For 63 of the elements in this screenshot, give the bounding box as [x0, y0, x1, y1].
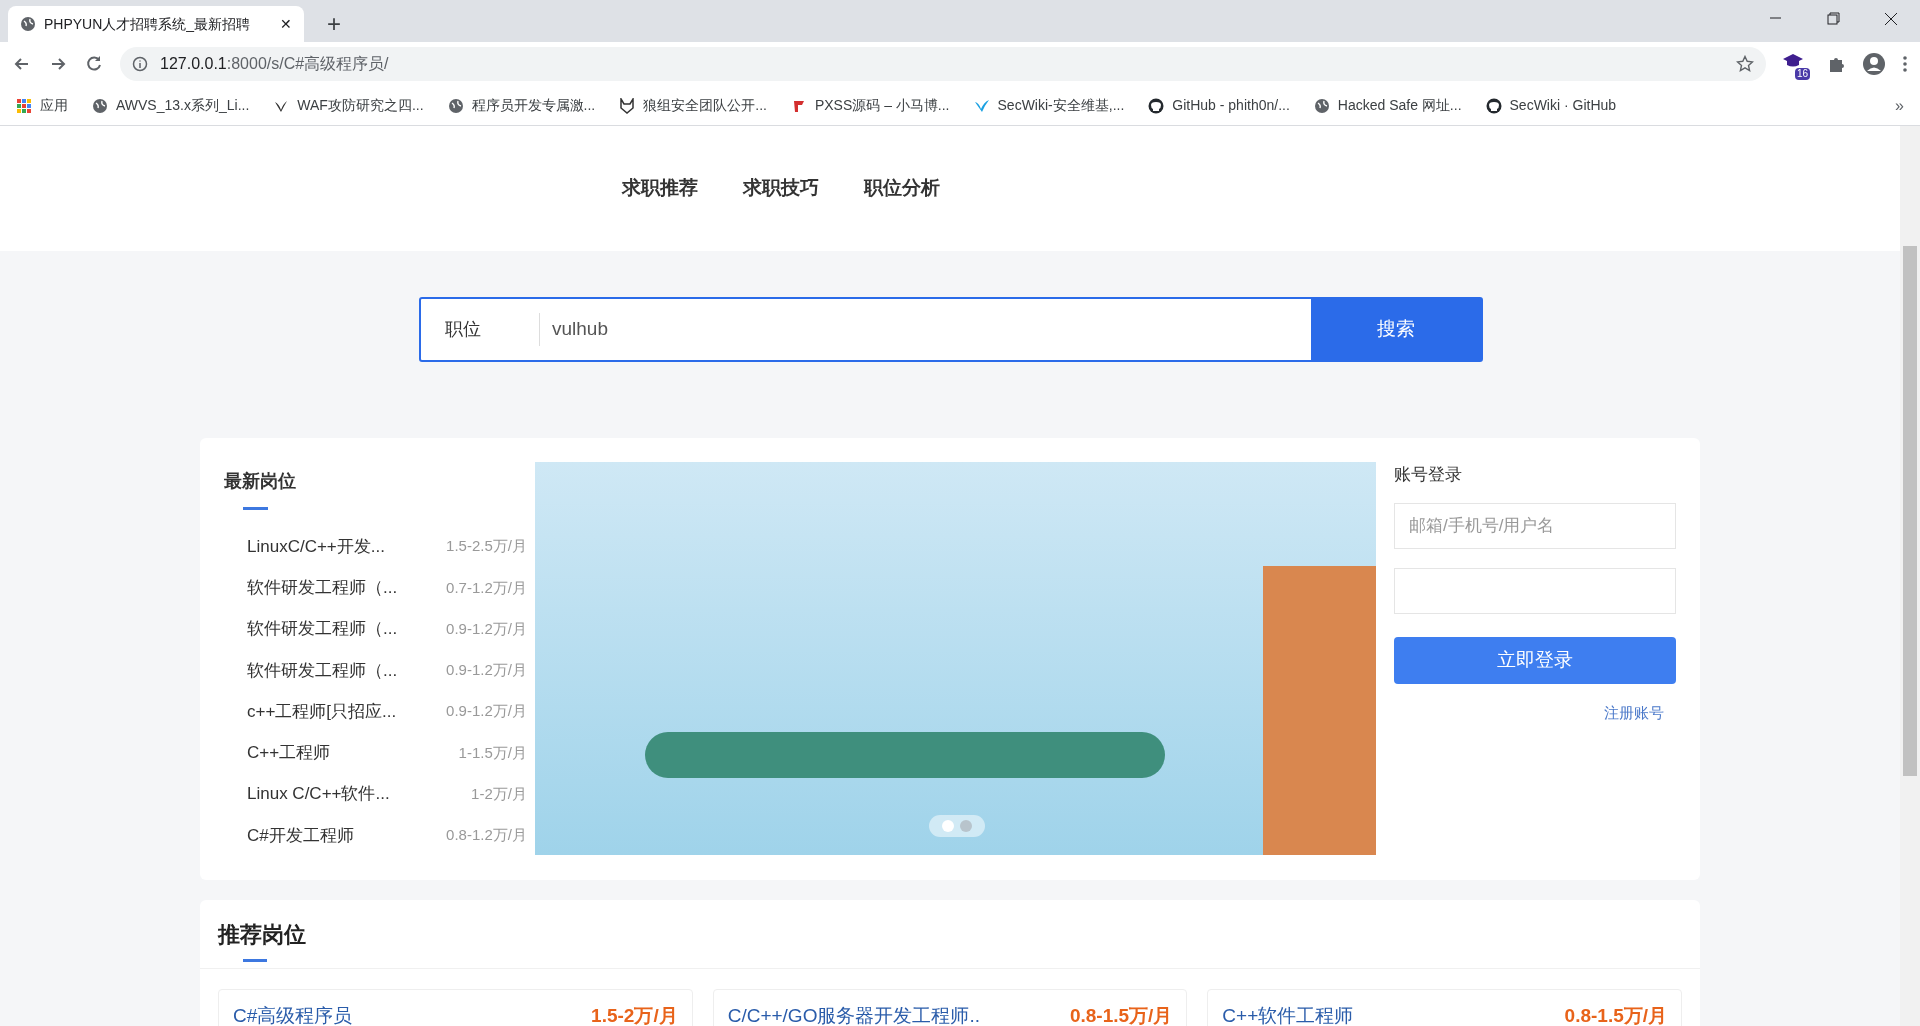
bookmark-item[interactable]: 狼组安全团队公开...: [619, 95, 767, 116]
bookmark-item[interactable]: AWVS_13.x系列_Li...: [92, 95, 250, 116]
bookmark-item[interactable]: SecWiki · GitHub: [1485, 95, 1617, 116]
github-icon: [1148, 97, 1165, 114]
salary-text: 0.9-1.2万/月: [446, 618, 527, 639]
job-card[interactable]: C/C++/GO服务器开发工程师.. 0.8-1.5万/月: [712, 989, 1188, 1026]
tab-title: PHPYUN人才招聘系统_最新招聘: [44, 14, 252, 34]
more-bookmarks-button[interactable]: »: [1895, 93, 1904, 118]
search-button[interactable]: 搜索: [1311, 299, 1481, 360]
apps-icon: [16, 97, 32, 114]
salary-text: 1-2万/月: [471, 783, 527, 804]
job-card[interactable]: C++软件工程师 0.8-1.5万/月: [1207, 989, 1682, 1026]
salary-text: 0.9-1.2万/月: [446, 701, 527, 722]
job-link[interactable]: Linux C/C++软件...: [247, 781, 390, 807]
new-tab-button[interactable]: +: [320, 6, 348, 42]
salary-text: 0.7-1.2万/月: [446, 577, 527, 598]
job-link[interactable]: C++工程师: [247, 740, 331, 766]
job-link[interactable]: 软件研发工程师（...: [247, 575, 398, 601]
badge-count: 16: [1794, 68, 1810, 80]
job-link[interactable]: C#开发工程师: [247, 822, 354, 849]
nav-link[interactable]: 职位分析: [864, 174, 940, 203]
reload-icon[interactable]: [84, 54, 104, 74]
bookmark-item[interactable]: SecWiki-安全维基,...: [973, 95, 1125, 116]
job-link[interactable]: c++工程师[只招应...: [247, 698, 397, 725]
address-bar[interactable]: 127.0.0.1:8000/s/C#高级程序员/: [120, 47, 1766, 81]
salary-text: 0.9-1.2万/月: [446, 660, 527, 681]
close-icon[interactable]: ✕: [280, 13, 292, 35]
url-text: 127.0.0.1:8000/s/C#高级程序员/: [160, 54, 389, 74]
menu-icon[interactable]: [1902, 54, 1908, 74]
password-field[interactable]: [1394, 568, 1676, 614]
profile-icon[interactable]: [1862, 52, 1886, 76]
nav-link[interactable]: 求职推荐: [622, 174, 698, 203]
salary-text: 1-1.5万/月: [458, 742, 527, 763]
username-field[interactable]: 邮箱/手机号/用户名: [1394, 503, 1676, 549]
job-link[interactable]: 软件研发工程师（...: [247, 657, 398, 684]
register-link[interactable]: 注册账号: [1604, 702, 1664, 725]
job-card[interactable]: C#高级程序员 1.5-2万/月: [218, 989, 693, 1026]
section-title: 最新岗位: [224, 470, 297, 493]
globe-icon: [92, 97, 108, 114]
salary-text: 0.8-1.2万/月: [446, 825, 527, 846]
category-selector[interactable]: 职位: [421, 299, 539, 360]
bookmark-item[interactable]: Hacked Safe 网址...: [1313, 95, 1462, 116]
globe-icon: [1313, 97, 1330, 114]
bookmark-item[interactable]: 应用: [16, 95, 68, 116]
scrollbar[interactable]: [1900, 126, 1920, 1026]
globe-icon: [447, 97, 464, 114]
browser-tab[interactable]: PHPYUN人才招聘系统_最新招聘 ✕: [8, 6, 304, 42]
job-link[interactable]: 软件研发工程师（...: [247, 616, 398, 642]
login-title: 账号登录: [1394, 464, 1463, 486]
globe-icon: [20, 16, 36, 32]
info-icon: [132, 56, 148, 72]
star-icon[interactable]: [1736, 55, 1754, 73]
search-bar[interactable]: 职位 vulhub 搜索: [419, 297, 1483, 362]
job-link[interactable]: LinuxC/C++开发...: [247, 533, 385, 560]
section-title: 推荐岗位: [218, 921, 306, 949]
salary-text: 1.5-2.5万/月: [446, 536, 527, 557]
nav-link[interactable]: 求职技巧: [743, 174, 819, 203]
bookmark-item[interactable]: WAF攻防研究之四...: [273, 95, 424, 116]
bookmark-item[interactable]: GitHub - phith0n/...: [1148, 95, 1290, 116]
github-icon: [1485, 97, 1502, 114]
bookmark-item[interactable]: PXSS源码 – 小马博...: [790, 95, 950, 116]
bookmark-item[interactable]: 程序员开发专属激...: [447, 95, 596, 116]
login-button[interactable]: 立即登录: [1394, 637, 1676, 684]
